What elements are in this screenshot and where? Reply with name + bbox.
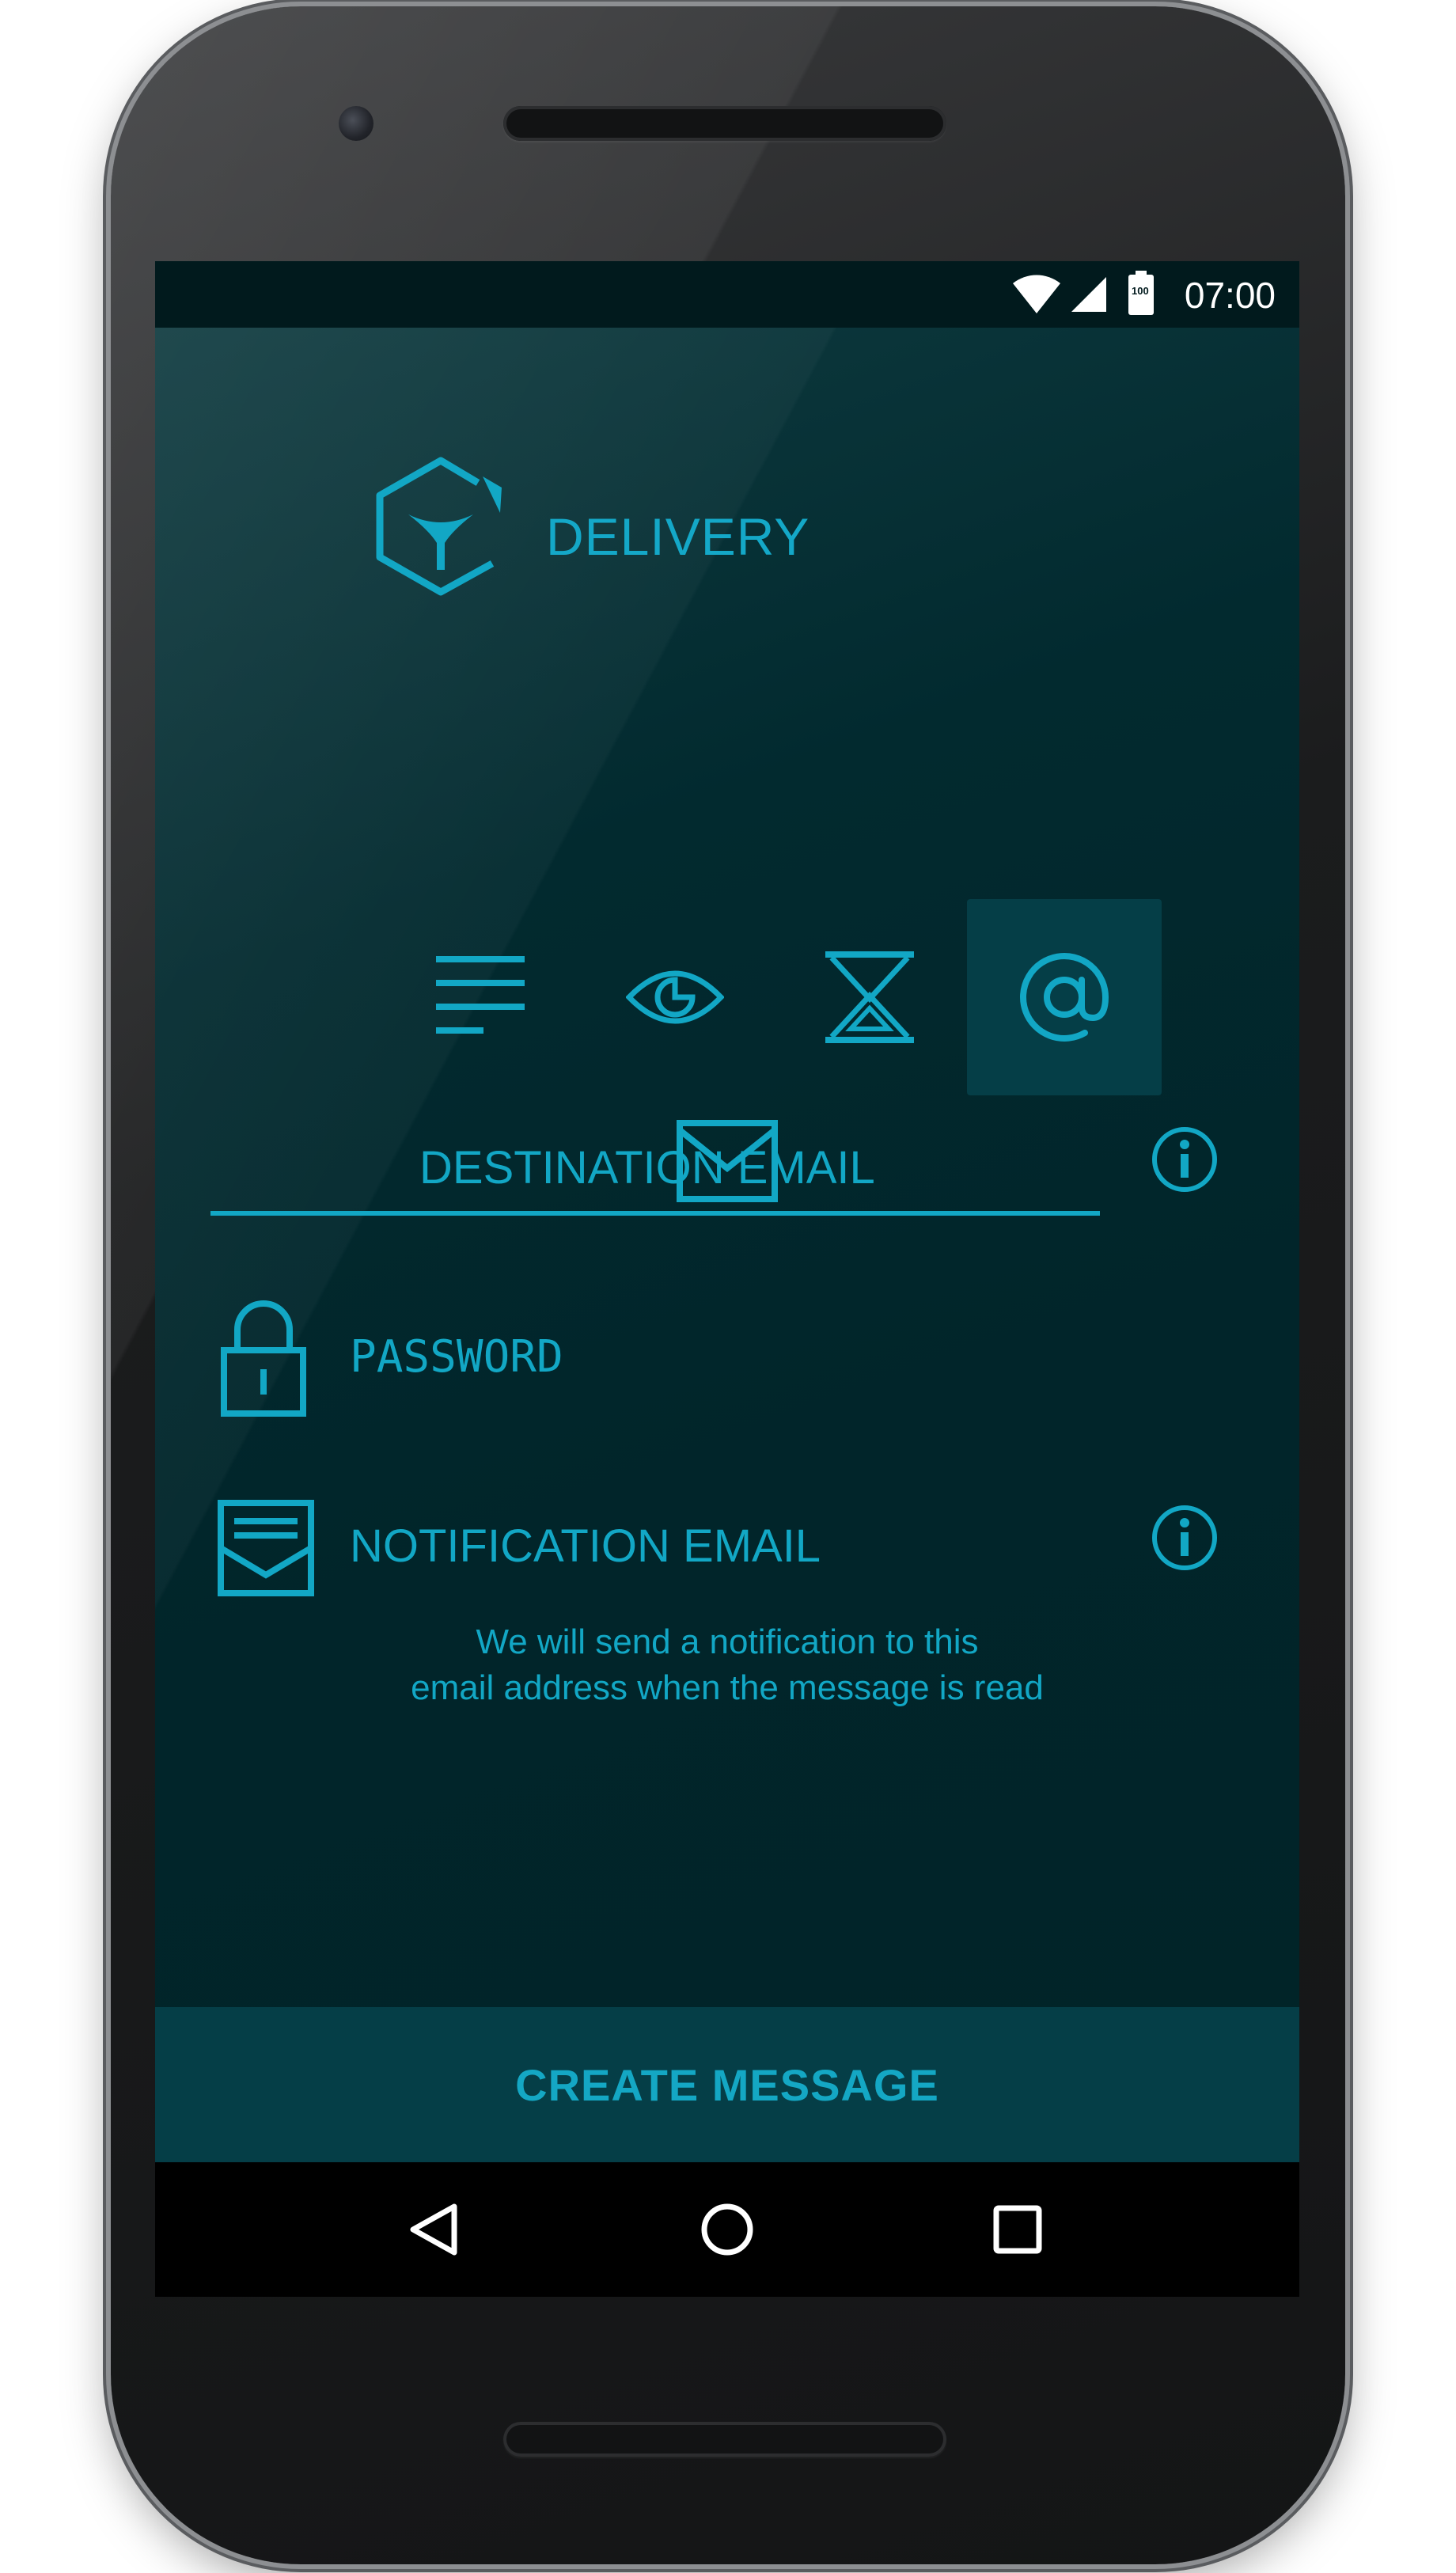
navigation-bar [155,2162,1299,2297]
wifi-icon [1011,274,1062,315]
eye-icon [626,964,724,1030]
notification-info-icon[interactable] [1151,1504,1219,1572]
password-input[interactable]: PASSWORD [350,1331,563,1383]
hourglass-icon [824,950,916,1045]
app-title: DELIVERY [546,507,810,566]
lock-icon [220,1298,307,1417]
open-envelope-icon [217,1499,315,1597]
battery-icon: 100 [1128,271,1154,315]
destination-info-icon[interactable] [1151,1125,1219,1194]
at-sign-icon [1017,950,1112,1045]
status-time: 07:00 [1184,275,1276,316]
hexagon-logo-icon [373,451,508,602]
notification-email-input[interactable]: NOTIFICATION EMAIL [350,1520,821,1573]
screen-glare [155,328,1299,2162]
home-icon[interactable] [696,2198,759,2261]
signal-icon [1070,275,1108,313]
notification-hint-line2: email address when the message is read [411,1668,1044,1707]
back-icon[interactable] [402,2198,465,2261]
recents-icon[interactable] [986,2198,1049,2261]
notification-hint-line1: We will send a notification to this [476,1622,979,1661]
destination-email-input[interactable]: DESTINATION EMAIL [419,1141,875,1194]
phone-screen: 100 07:00 DELIVERY DESTINATION EMAIL PAS… [155,261,1299,2297]
bottom-speaker [503,2422,946,2457]
create-message-button[interactable]: CREATE MESSAGE [155,2007,1299,2162]
tab-view-settings[interactable] [578,899,772,1095]
front-camera [339,106,373,141]
app-content: DELIVERY DESTINATION EMAIL PASSWORD NOTI… [155,328,1299,2162]
top-speaker [503,106,946,141]
tab-message-text[interactable] [383,899,578,1095]
status-bar: 100 07:00 [155,261,1299,328]
battery-level: 100 [1132,285,1149,297]
tab-time-limit[interactable] [772,899,967,1095]
tab-delivery-email[interactable] [967,899,1162,1095]
destination-email-underline [210,1211,1100,1216]
lines-icon [433,950,528,1045]
notification-hint: We will send a notification to this emai… [155,1619,1299,1711]
